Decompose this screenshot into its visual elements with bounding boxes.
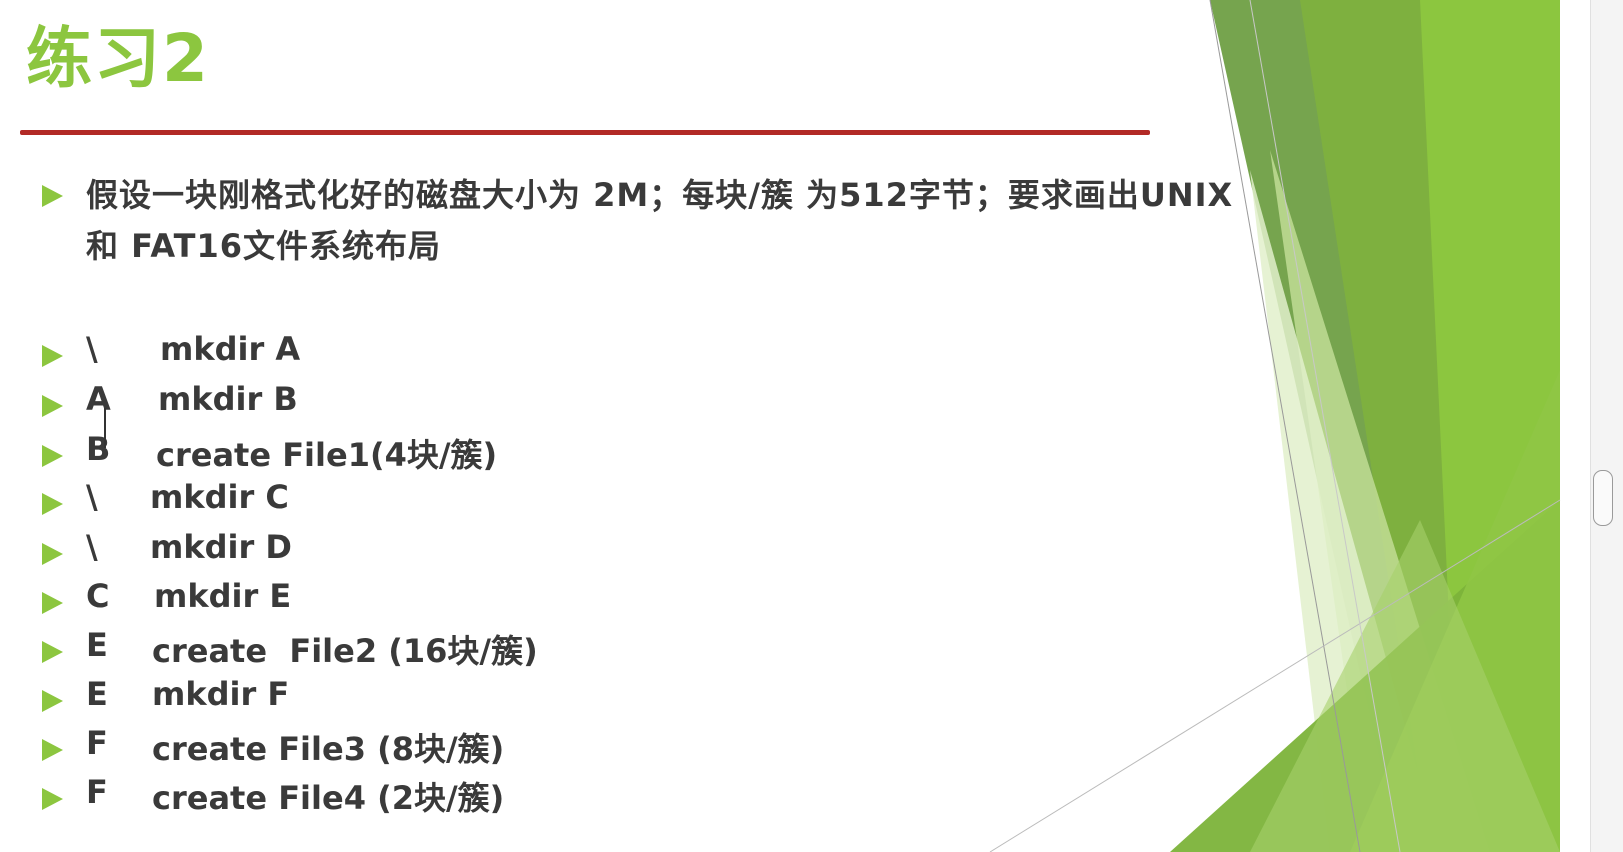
problem-statement: 假设一块刚格式化好的磁盘大小为 2M；每块/簇 为512字节；要求画出UNIX …: [86, 176, 1234, 265]
text-cursor: [104, 408, 106, 448]
bullet-arrow-icon: [42, 690, 63, 712]
command-op: create File1(4块/簇): [156, 436, 498, 474]
command-op: create File2 (16块/簇): [152, 632, 538, 670]
bullet-arrow-icon: [42, 739, 63, 761]
command-op: mkdir D: [150, 528, 292, 566]
command-dir: F: [86, 724, 108, 762]
command-op: mkdir F: [152, 675, 290, 713]
command-op: create File4 (2块/簇): [152, 779, 505, 817]
bullet-arrow-icon: [42, 395, 63, 417]
command-dir: C: [86, 577, 110, 615]
command-dir: E: [86, 626, 108, 664]
command-dir: \: [86, 478, 98, 516]
bullet-arrow-icon: [42, 592, 63, 614]
bullet-arrow-icon: [42, 185, 63, 207]
command-dir: F: [86, 773, 108, 811]
command-dir: \: [86, 528, 98, 566]
bullet-arrow-icon: [42, 345, 63, 367]
title-divider: [20, 130, 1150, 135]
command-op: mkdir E: [154, 577, 292, 615]
bullet-arrow-icon: [42, 788, 63, 810]
command-op: mkdir C: [150, 478, 289, 516]
command-op: mkdir B: [158, 380, 298, 418]
command-op: create File3 (8块/簇): [152, 730, 505, 768]
command-dir: B: [86, 430, 111, 468]
command-dir: E: [86, 675, 108, 713]
bullet-arrow-icon: [42, 543, 63, 565]
bullet-arrow-icon: [42, 641, 63, 663]
command-dir: \: [86, 330, 98, 368]
bullet-arrow-icon: [42, 445, 63, 467]
bullet-arrow-icon: [42, 493, 63, 515]
scrollbar-thumb[interactable]: [1593, 470, 1613, 526]
command-dir: A: [86, 380, 111, 418]
vertical-scrollbar[interactable]: [1590, 0, 1623, 852]
slide-title: 练习2: [26, 20, 210, 97]
command-op: mkdir A: [160, 330, 301, 368]
slide-canvas: 练习2 假设一块刚格式化好的磁盘大小为 2M；每块/簇 为512字节；要求画出U…: [0, 0, 1590, 852]
